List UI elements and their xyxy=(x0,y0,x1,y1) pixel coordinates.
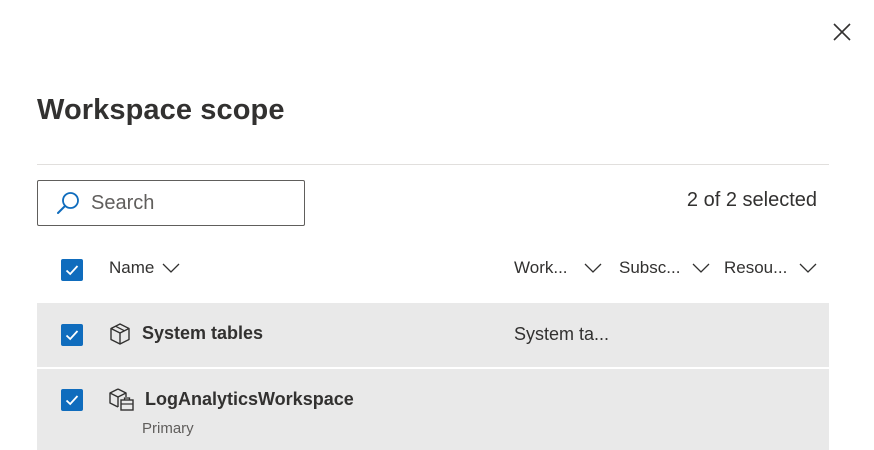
row-name: LogAnalyticsWorkspace xyxy=(145,389,354,409)
chevron-down-icon xyxy=(162,262,180,274)
column-header-label: Resou... xyxy=(724,258,788,277)
close-icon xyxy=(833,23,851,41)
column-header-label: Name xyxy=(109,258,155,277)
column-header-workspace[interactable]: Work... xyxy=(514,258,602,278)
select-all-checkbox[interactable] xyxy=(61,259,83,281)
column-header-label: Work... xyxy=(514,258,568,277)
chevron-down-icon xyxy=(799,262,817,274)
chevron-down-icon xyxy=(692,262,710,274)
table-row[interactable]: System tables System ta... xyxy=(37,303,829,367)
checkmark-icon xyxy=(65,330,79,341)
row-workspace-cell: System ta... xyxy=(514,324,610,344)
column-header-label: Subsc... xyxy=(619,258,681,277)
column-header-subscription[interactable]: Subsc... xyxy=(619,258,710,278)
row-name: System tables xyxy=(142,323,264,343)
checkmark-icon xyxy=(65,265,79,276)
column-header-name[interactable]: Name xyxy=(109,258,180,278)
table-row[interactable]: LogAnalyticsWorkspace Primary xyxy=(37,369,829,450)
selected-count: 2 of 2 selected xyxy=(686,189,817,211)
workspace-icon xyxy=(107,387,135,413)
column-header-resource-group[interactable]: Resou... xyxy=(724,258,817,278)
search-icon xyxy=(55,190,81,216)
row-subtitle: Primary xyxy=(142,420,194,437)
checkmark-icon xyxy=(65,395,79,406)
panel-title: Workspace scope xyxy=(37,94,285,126)
row-checkbox[interactable] xyxy=(61,389,83,411)
cube-icon xyxy=(108,322,132,346)
chevron-down-icon xyxy=(584,262,602,274)
search-input[interactable] xyxy=(91,191,291,215)
close-button[interactable] xyxy=(828,18,856,46)
workspace-scope-panel: Workspace scope 2 of 2 selected Name Wor… xyxy=(0,0,874,450)
search-box[interactable] xyxy=(37,180,305,226)
row-checkbox[interactable] xyxy=(61,324,83,346)
title-divider xyxy=(37,164,829,165)
table-header: Name Work... Subsc... Resou... xyxy=(37,248,829,292)
